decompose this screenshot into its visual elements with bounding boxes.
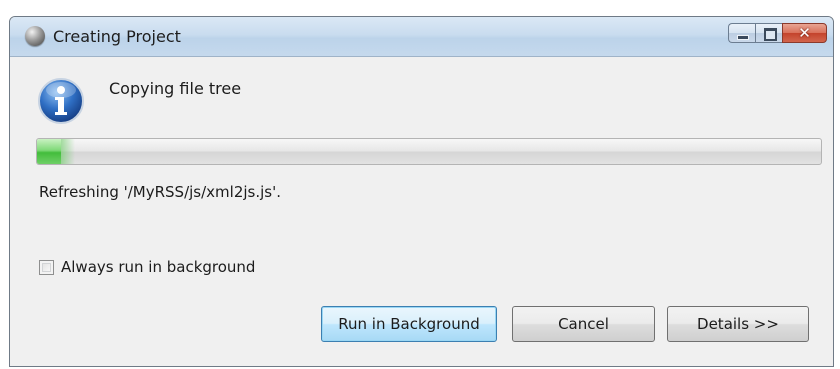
close-button[interactable]: ✕	[782, 23, 827, 43]
always-run-in-background-option[interactable]: Always run in background	[39, 257, 255, 277]
maximize-icon	[764, 28, 777, 41]
status-text: Refreshing '/MyRSS/js/xml2js.js'.	[39, 183, 281, 201]
title-bar[interactable]: Creating Project ✕	[10, 17, 833, 57]
run-in-background-button[interactable]: Run in Background	[321, 306, 497, 342]
cancel-button[interactable]: Cancel	[512, 306, 655, 342]
info-icon	[38, 78, 84, 124]
maximize-button[interactable]	[755, 23, 782, 43]
minimize-button[interactable]	[728, 23, 755, 43]
progress-bar	[36, 138, 822, 165]
caption-buttons: ✕	[728, 23, 827, 45]
progress-dialog-window: Creating Project ✕ Copying file tree Ref…	[9, 16, 834, 367]
window-title: Creating Project	[53, 27, 181, 46]
checkbox-label: Always run in background	[61, 258, 256, 276]
always-run-in-background-checkbox[interactable]	[39, 259, 54, 275]
minimize-icon	[737, 35, 749, 40]
close-icon: ✕	[798, 24, 811, 42]
progress-bar-fill	[37, 139, 74, 164]
details-button[interactable]: Details >>	[667, 306, 809, 342]
eclipse-sphere-icon	[25, 26, 45, 46]
progress-message: Copying file tree	[109, 79, 242, 98]
